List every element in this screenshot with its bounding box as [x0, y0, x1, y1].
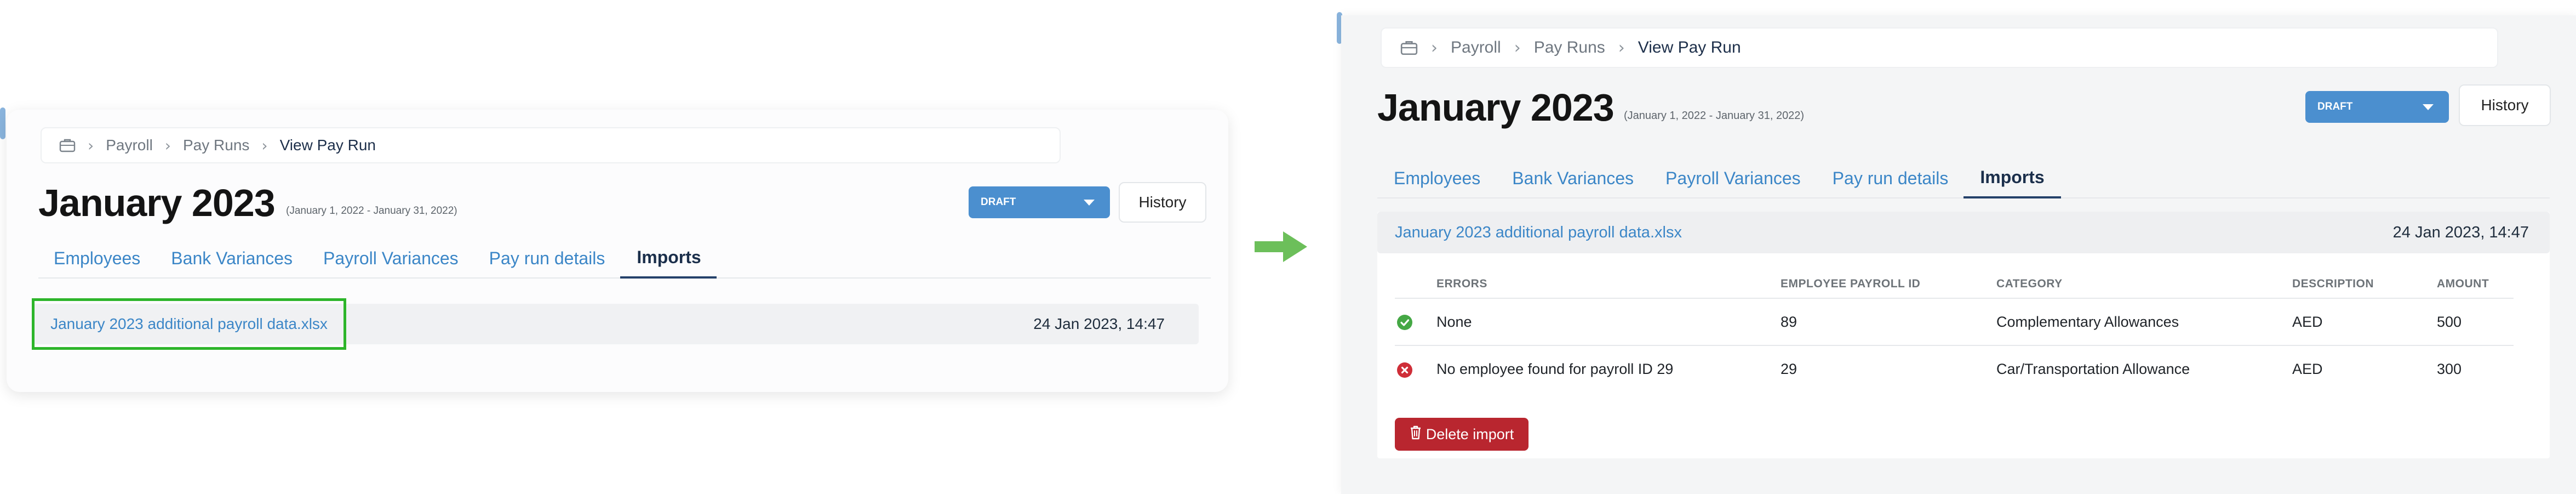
- tab-payroll-variances[interactable]: Payroll Variances: [323, 248, 459, 277]
- trash-icon: [1410, 425, 1422, 444]
- import-file-link[interactable]: January 2023 additional payroll data.xls…: [1395, 224, 1682, 242]
- page-title: January 2023: [38, 181, 276, 224]
- error-circle-icon: [1397, 362, 1412, 378]
- delete-import-button[interactable]: Delete import: [1395, 418, 1529, 451]
- tab-employees[interactable]: Employees: [1377, 168, 1480, 197]
- breadcrumb: › Payroll › Pay Runs › View Pay Run: [41, 127, 1061, 163]
- briefcase-icon[interactable]: [59, 138, 76, 152]
- tab-employees[interactable]: Employees: [38, 248, 140, 277]
- tab-imports[interactable]: Imports: [1964, 167, 2061, 198]
- breadcrumb-separator-icon: ›: [1514, 38, 1521, 58]
- table-row: None 89 Complementary Allowances AED 500: [1395, 298, 2514, 346]
- breadcrumb-pay-runs[interactable]: Pay Runs: [183, 137, 249, 154]
- breadcrumb-separator-icon: ›: [1618, 38, 1625, 58]
- amount-cell: 500: [2437, 298, 2514, 346]
- category-cell: Car/Transportation Allowance: [1996, 361, 2190, 377]
- breadcrumb-view-pay-run: View Pay Run: [279, 137, 376, 154]
- amount-column-header: AMOUNT: [2437, 270, 2514, 299]
- breadcrumb-separator-icon: ›: [164, 136, 171, 155]
- history-button[interactable]: History: [1119, 182, 1206, 223]
- pay-period: (January 1, 2022 - January 31, 2022): [286, 205, 457, 217]
- import-date: 24 Jan 2023, 14:47: [1033, 315, 1165, 332]
- status-value: DRAFT: [2317, 101, 2353, 112]
- left-edge-tab: [0, 107, 5, 139]
- transition-arrow-icon: [1255, 231, 1307, 262]
- breadcrumb: › Payroll › Pay Runs › View Pay Run: [1381, 27, 2498, 68]
- history-button[interactable]: History: [2459, 84, 2551, 126]
- import-row[interactable]: January 2023 additional payroll data.xls…: [1377, 212, 2550, 253]
- status-select[interactable]: DRAFT: [969, 186, 1110, 218]
- description-cell: AED: [2292, 298, 2437, 346]
- employee-payroll-id-column-header: EMPLOYEE PAYROLL ID: [1781, 270, 1996, 299]
- pay-period: (January 1, 2022 - January 31, 2022): [1624, 110, 1805, 122]
- status-cell: [1395, 345, 1436, 393]
- errors-column-header: ERRORS: [1436, 270, 1781, 299]
- import-date: 24 Jan 2023, 14:47: [2392, 223, 2529, 241]
- status-value: DRAFT: [981, 196, 1016, 208]
- category-column-header: CATEGORY: [1996, 270, 2292, 299]
- errors-cell: No employee found for payroll ID 29: [1436, 361, 1674, 377]
- breadcrumb-separator-icon: ›: [88, 136, 94, 155]
- import-details-table: ERRORS EMPLOYEE PAYROLL ID CATEGORY DESC…: [1395, 270, 2514, 393]
- tab-pay-run-details[interactable]: Pay run details: [1833, 168, 1949, 197]
- status-cell: [1395, 298, 1436, 346]
- description-column-header: DESCRIPTION: [2292, 270, 2437, 299]
- breadcrumb-payroll[interactable]: Payroll: [106, 137, 153, 154]
- check-circle-icon: [1397, 315, 1412, 331]
- errors-cell: None: [1436, 298, 1781, 346]
- description-cell: AED: [2292, 361, 2323, 377]
- tab-payroll-variances[interactable]: Payroll Variances: [1665, 168, 1801, 197]
- breadcrumb-pay-runs[interactable]: Pay Runs: [1534, 38, 1605, 57]
- breadcrumb-separator-icon: ›: [261, 136, 268, 155]
- breadcrumb-payroll[interactable]: Payroll: [1451, 38, 1501, 57]
- briefcase-icon[interactable]: [1400, 40, 1418, 55]
- employee-payroll-id-cell: 89: [1781, 298, 1996, 346]
- caret-down-icon: [2423, 104, 2434, 110]
- table-row: No employee found for payroll ID 29 29 C…: [1395, 345, 2514, 393]
- tab-bank-variances[interactable]: Bank Variances: [171, 248, 293, 277]
- caret-down-icon: [1084, 200, 1095, 206]
- category-cell: Complementary Allowances: [1996, 298, 2292, 346]
- employee-payroll-id-cell: 29: [1781, 361, 1798, 377]
- status-select[interactable]: DRAFT: [2305, 91, 2449, 123]
- pay-run-tabs: Employees Bank Variances Payroll Varianc…: [1377, 155, 2550, 198]
- page-title: January 2023: [1377, 86, 1615, 129]
- import-file-link[interactable]: January 2023 additional payroll data.xls…: [32, 298, 346, 350]
- amount-cell: 300: [2437, 361, 2462, 377]
- pay-run-tabs: Employees Bank Variances Payroll Varianc…: [38, 241, 1211, 279]
- status-column-header: [1395, 270, 1436, 299]
- pay-run-panel-after: › Payroll › Pay Runs › View Pay Run Janu…: [1341, 15, 2576, 494]
- import-card-expanded: January 2023 additional payroll data.xls…: [1377, 212, 2550, 458]
- breadcrumb-separator-icon: ›: [1431, 38, 1438, 58]
- tab-imports[interactable]: Imports: [620, 247, 717, 279]
- tab-pay-run-details[interactable]: Pay run details: [489, 248, 605, 277]
- delete-import-label: Delete import: [1426, 425, 1514, 442]
- tab-bank-variances[interactable]: Bank Variances: [1512, 168, 1634, 197]
- pay-run-panel-before: › Payroll › Pay Runs › View Pay Run Janu…: [7, 110, 1228, 392]
- table-header-row: ERRORS EMPLOYEE PAYROLL ID CATEGORY DESC…: [1395, 270, 2514, 299]
- import-row[interactable]: January 2023 additional payroll data.xls…: [32, 298, 1199, 350]
- breadcrumb-view-pay-run: View Pay Run: [1638, 38, 1741, 56]
